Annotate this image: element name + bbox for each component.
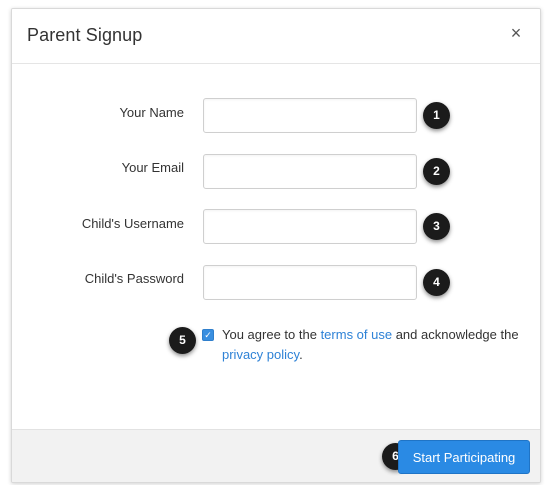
child-password-label: Child's Password	[84, 271, 184, 286]
your-email-label: Your Email	[121, 160, 184, 175]
terms-of-use-link[interactable]: terms of use	[321, 327, 393, 342]
child-username-input[interactable]	[203, 209, 417, 244]
privacy-policy-link[interactable]: privacy policy	[222, 347, 299, 362]
parent-signup-dialog: Parent Signup × Your Name 1 Your Email 2…	[11, 8, 541, 483]
child-username-label: Child's Username	[81, 216, 184, 231]
dialog-title: Parent Signup	[27, 25, 143, 45]
close-icon[interactable]: ×	[506, 23, 526, 43]
step-badge-4: 4	[423, 269, 450, 296]
start-participating-button[interactable]: Start Participating	[398, 440, 530, 474]
agreement-text: You agree to the terms of use and acknow…	[222, 325, 527, 365]
your-name-input[interactable]	[203, 98, 417, 133]
dialog-header: Parent Signup ×	[12, 9, 540, 64]
dialog-footer: 6 Start Participating	[12, 429, 540, 482]
your-email-input[interactable]	[203, 154, 417, 189]
step-badge-5: 5	[169, 327, 196, 354]
agree-checkbox[interactable]: ✓	[202, 329, 214, 341]
step-badge-2: 2	[423, 158, 450, 185]
child-password-input[interactable]	[203, 265, 417, 300]
agreement-text-middle: and acknowledge the	[392, 327, 519, 342]
step-badge-3: 3	[423, 213, 450, 240]
step-badge-1: 1	[423, 102, 450, 129]
agreement-text-after: .	[299, 347, 303, 362]
agreement-text-before: You agree to the	[222, 327, 321, 342]
your-name-label: Your Name	[119, 105, 184, 120]
